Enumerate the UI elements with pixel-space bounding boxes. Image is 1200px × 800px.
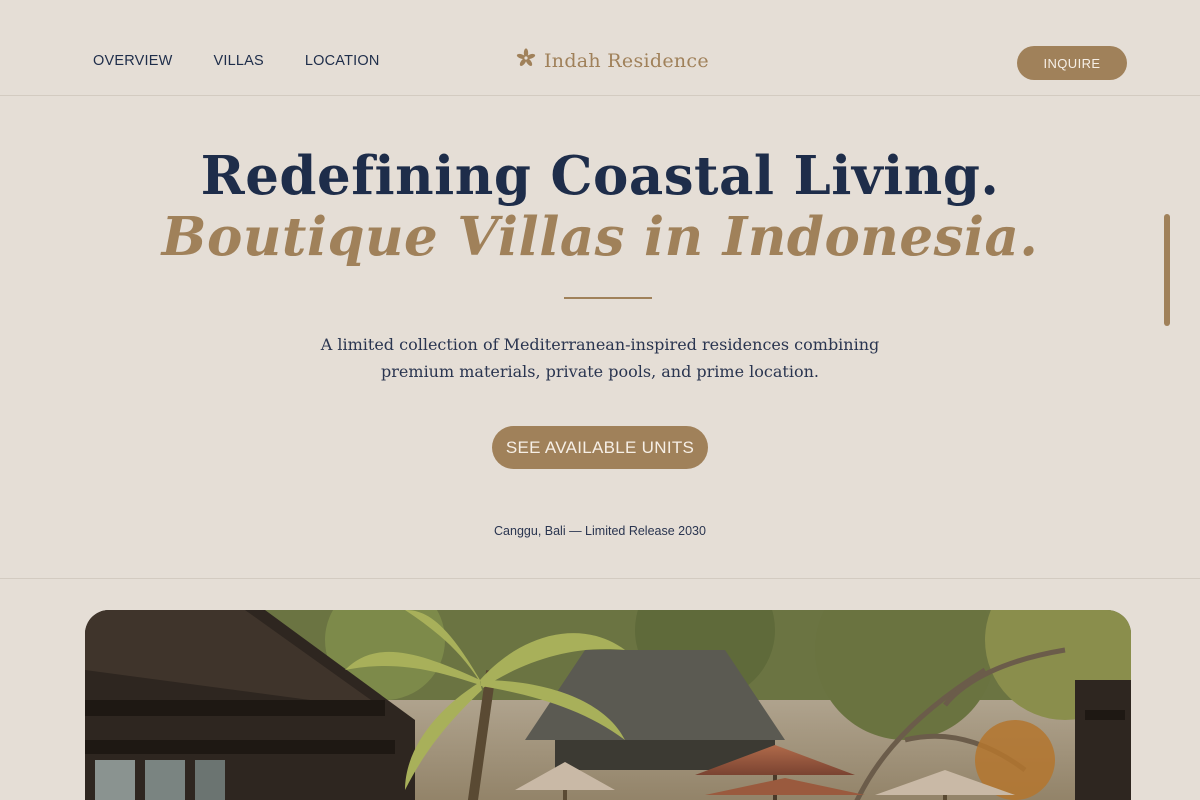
inquire-button[interactable]: INQUIRE xyxy=(1017,46,1127,80)
nav-villas[interactable]: VILLAS xyxy=(214,53,264,69)
landing-page: OVERVIEW VILLAS LOCATION Indah Residence… xyxy=(0,0,1200,800)
intro-line-1: A limited collection of Mediterranean-in… xyxy=(320,335,880,354)
flower-icon xyxy=(516,48,536,73)
site-header: OVERVIEW VILLAS LOCATION Indah Residence… xyxy=(0,0,1200,96)
hero-headline: Redefining Coastal Living. xyxy=(200,145,1000,207)
main-nav: OVERVIEW VILLAS LOCATION xyxy=(93,53,421,69)
see-available-units-button[interactable]: SEE AVAILABLE UNITS xyxy=(492,426,708,469)
hero-subheadline: Boutique Villas in Indonesia. xyxy=(161,206,1039,268)
accent-divider xyxy=(564,297,652,299)
hero-intro: A limited collection of Mediterranean-in… xyxy=(300,331,900,385)
section-divider xyxy=(0,578,1200,579)
brand-logo[interactable]: Indah Residence xyxy=(516,48,709,73)
scroll-indicator[interactable] xyxy=(1164,214,1170,326)
location-note: Canggu, Bali — Limited Release 2030 xyxy=(494,524,706,538)
nav-overview[interactable]: OVERVIEW xyxy=(93,53,173,69)
intro-line-2: premium materials, private pools, and pr… xyxy=(381,362,819,381)
brand-name: Indah Residence xyxy=(544,49,709,72)
hero-villa-photo xyxy=(85,610,1131,800)
nav-location[interactable]: LOCATION xyxy=(305,53,380,69)
